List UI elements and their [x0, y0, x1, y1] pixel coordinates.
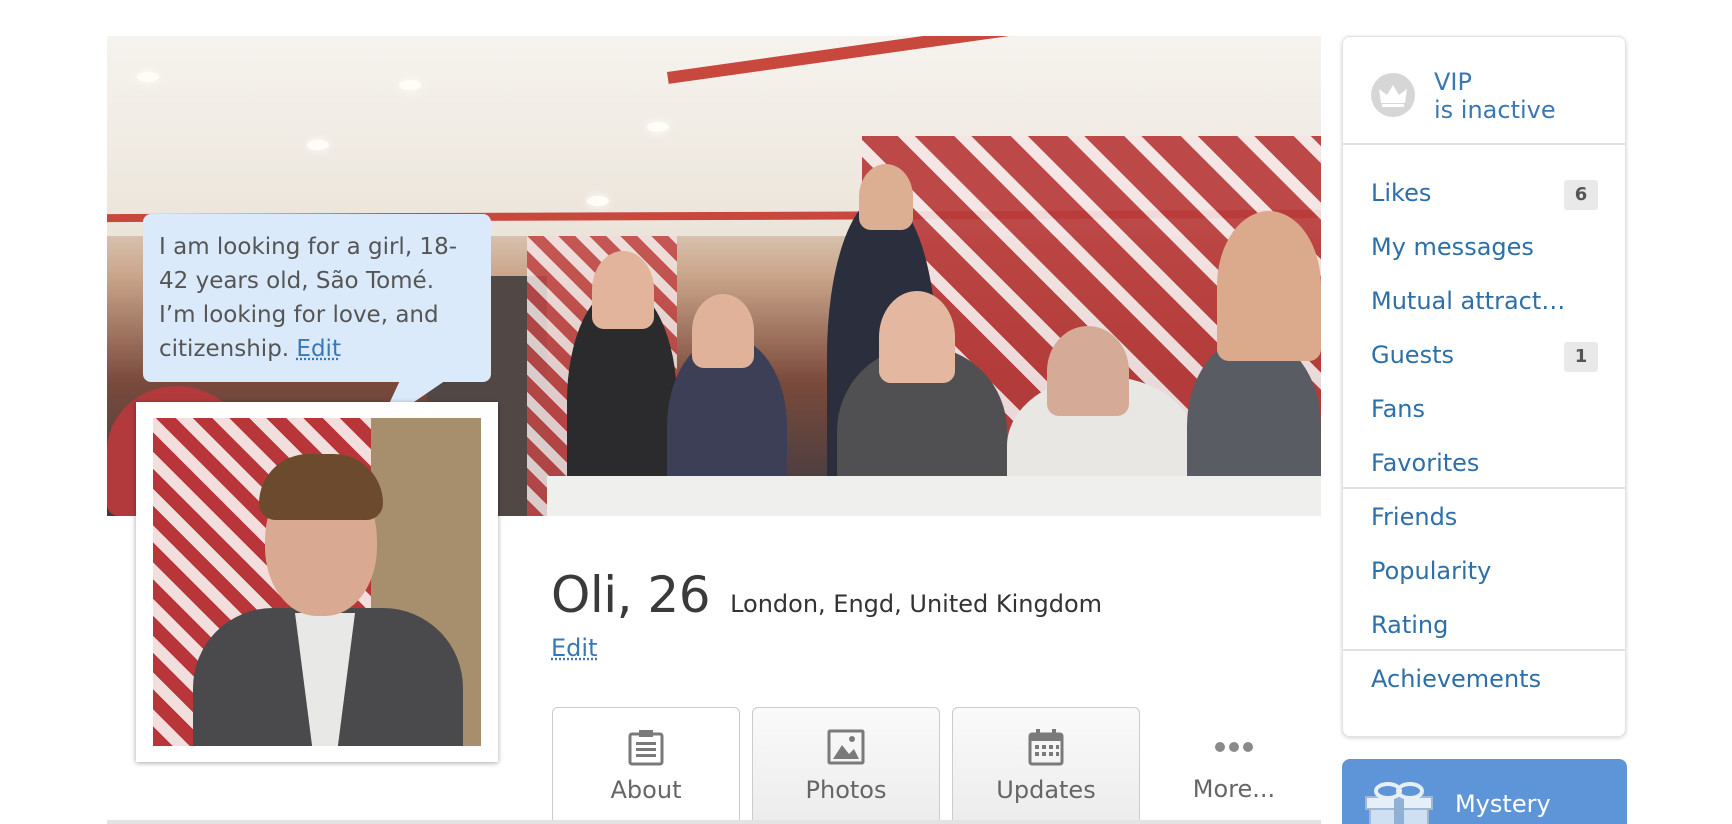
vip-status[interactable]: VIP is inactive: [1343, 37, 1625, 145]
tab-label: About: [610, 776, 682, 804]
crown-icon: [1371, 73, 1415, 117]
clipboard-icon: [628, 730, 664, 766]
mystery-label: Mystery: [1455, 790, 1551, 818]
sidebar-divider: [1343, 487, 1625, 489]
profile-edit-link[interactable]: Edit: [551, 634, 597, 662]
profile-header: Oli, 26 London, Engd, United Kingdom: [551, 566, 1102, 624]
tab-photos[interactable]: Photos: [752, 707, 940, 824]
sidebar-item-fans[interactable]: Fans: [1371, 395, 1425, 423]
gift-icon: [1365, 782, 1433, 824]
tab-label: More...: [1192, 775, 1276, 803]
bubble-edit-link[interactable]: Edit: [296, 336, 341, 362]
sidebar-divider: [1343, 649, 1625, 651]
sidebar-item-likes[interactable]: Likes: [1371, 179, 1431, 207]
avatar-photo: [153, 418, 481, 746]
profile-name-age: Oli, 26: [551, 566, 711, 624]
guests-count-badge: 1: [1564, 342, 1598, 372]
tab-updates[interactable]: Updates: [952, 707, 1140, 824]
sidebar-item-rating[interactable]: Rating: [1371, 611, 1448, 639]
tab-more[interactable]: More...: [1140, 707, 1328, 824]
profile-avatar[interactable]: [136, 402, 498, 762]
profile-location: London, Engd, United Kingdom: [730, 590, 1103, 618]
sidebar-item-friends[interactable]: Friends: [1371, 503, 1457, 531]
sidebar-item-my-messages[interactable]: My messages: [1371, 233, 1534, 261]
sidebar-item-mutual-attraction[interactable]: Mutual attract…: [1371, 287, 1565, 315]
mystery-box-button[interactable]: Mystery: [1342, 759, 1627, 824]
more-dots-icon: [1215, 742, 1253, 752]
tab-about[interactable]: About: [552, 707, 740, 824]
tab-bar-divider: [107, 820, 1321, 824]
sidebar-item-popularity[interactable]: Popularity: [1371, 557, 1491, 585]
sidebar-item-achievements[interactable]: Achievements: [1371, 665, 1541, 693]
tab-label: Updates: [996, 776, 1096, 804]
calendar-icon: [1028, 729, 1064, 766]
vip-title: VIP: [1434, 68, 1472, 96]
vip-state: is inactive: [1434, 96, 1556, 124]
about-bubble: I am looking for a girl, 18-42 years old…: [143, 214, 491, 382]
sidebar-item-guests[interactable]: Guests: [1371, 341, 1454, 369]
sidebar-panel: VIP is inactive Likes 6 My messages Mutu…: [1342, 36, 1626, 737]
tab-label: Photos: [805, 776, 887, 804]
likes-count-badge: 6: [1564, 180, 1598, 210]
sidebar-item-favorites[interactable]: Favorites: [1371, 449, 1479, 477]
image-icon: [827, 729, 865, 765]
